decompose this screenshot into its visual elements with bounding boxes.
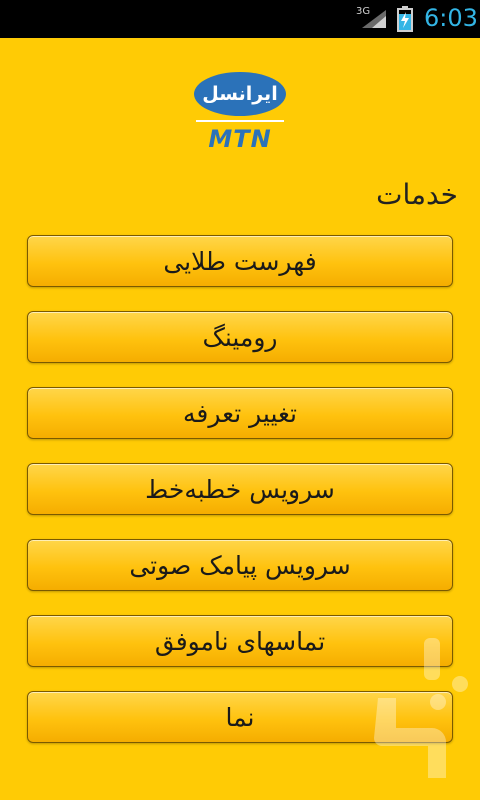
voice-sms-service-button[interactable]: سرویس پیامک صوتی xyxy=(27,539,453,591)
roaming-button[interactable]: رومینگ xyxy=(27,311,453,363)
golden-list-button[interactable]: فهرست طلایی xyxy=(27,235,453,287)
logo-brand-fa: ایرانسل xyxy=(202,83,278,105)
clock: 6:03 xyxy=(424,4,478,32)
line-by-line-service-button[interactable]: سرویس خطبه‌خط xyxy=(27,463,453,515)
logo-brand-en: MTN xyxy=(208,125,272,153)
section-title: خدمات xyxy=(376,178,458,211)
watermark-logo-icon xyxy=(374,638,468,778)
change-tariff-button[interactable]: تغییر تعرفه xyxy=(27,387,453,439)
status-bar: 3G 6:03 xyxy=(0,0,480,38)
irancell-mtn-logo: ایرانسل MTN xyxy=(194,72,286,154)
logo-divider xyxy=(196,120,284,122)
battery-charging-icon xyxy=(397,6,413,32)
signal-strength-icon xyxy=(362,10,386,28)
logo-oval: ایرانسل xyxy=(194,72,286,116)
